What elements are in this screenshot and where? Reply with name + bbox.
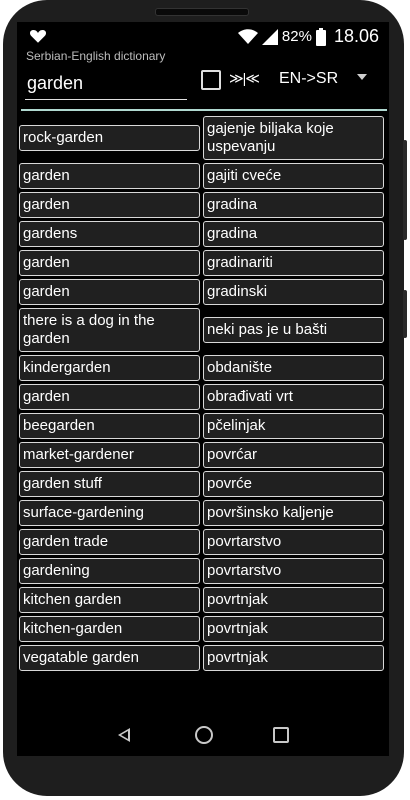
english-term-cell[interactable]: garden bbox=[19, 250, 200, 276]
screen: 82% 18.06 Serbian-English dictionary gar… bbox=[17, 22, 389, 756]
english-term-cell[interactable]: kitchen garden bbox=[19, 587, 200, 613]
table-row: there is a dog in the garden neki pas je … bbox=[19, 308, 387, 352]
serbian-term-cell[interactable]: gajiti cveće bbox=[203, 163, 384, 189]
english-term-cell[interactable]: beegarden bbox=[19, 413, 200, 439]
table-row: kitchen garden povrtnjak bbox=[19, 587, 387, 613]
serbian-term-cell[interactable]: gradinariti bbox=[203, 250, 384, 276]
home-icon[interactable] bbox=[195, 726, 213, 744]
serbian-term-cell[interactable]: gradina bbox=[203, 192, 384, 218]
serbian-term-cell[interactable]: povrće bbox=[203, 471, 384, 497]
serbian-term-cell[interactable]: povrtnjak bbox=[203, 616, 384, 642]
english-term-cell[interactable]: gardening bbox=[19, 558, 200, 584]
direction-select[interactable]: EN->SR bbox=[279, 70, 338, 88]
serbian-term-cell[interactable]: obdanište bbox=[203, 355, 384, 381]
app-title: Serbian-English dictionary bbox=[26, 49, 166, 63]
table-row: kindergarden obdanište bbox=[19, 355, 387, 381]
status-bar: 82% 18.06 bbox=[17, 22, 389, 50]
table-row: garden gradinski bbox=[19, 279, 387, 305]
table-row: garden obrađivati vrt bbox=[19, 384, 387, 410]
english-term-cell[interactable]: garden bbox=[19, 279, 200, 305]
table-row: kitchen-garden povrtnjak bbox=[19, 616, 387, 642]
signal-icon bbox=[261, 28, 278, 45]
serbian-term-cell[interactable]: gradinski bbox=[203, 279, 384, 305]
english-term-cell[interactable]: market-gardener bbox=[19, 442, 200, 468]
navigation-bar bbox=[17, 716, 389, 756]
table-row: rock-garden gajenje biljaka koje uspevanj… bbox=[19, 116, 387, 160]
serbian-term-cell[interactable]: površinsko kaljenje bbox=[203, 500, 384, 526]
heart-icon bbox=[29, 30, 47, 43]
table-row: beegarden pčelinjak bbox=[19, 413, 387, 439]
serbian-term-cell[interactable]: povrćar bbox=[203, 442, 384, 468]
clock: 18.06 bbox=[333, 26, 379, 46]
serbian-term-cell[interactable]: pčelinjak bbox=[203, 413, 384, 439]
back-icon-inner bbox=[121, 731, 128, 739]
battery-percent: 82% bbox=[281, 28, 312, 45]
english-term-cell[interactable]: garden stuff bbox=[19, 471, 200, 497]
table-row: market-gardener povrćar bbox=[19, 442, 387, 468]
serbian-term-cell[interactable]: povrtnjak bbox=[203, 645, 384, 671]
table-row: garden gradinariti bbox=[19, 250, 387, 276]
english-term-cell[interactable]: rock-garden bbox=[19, 125, 200, 151]
status-indicators: 82% 18.06 bbox=[237, 26, 379, 47]
serbian-term-cell[interactable]: povrtnjak bbox=[203, 587, 384, 613]
wifi-icon bbox=[237, 28, 258, 44]
table-row: gardening povrtarstvo bbox=[19, 558, 387, 584]
serbian-term-cell[interactable]: povrtarstvo bbox=[203, 529, 384, 555]
power-button bbox=[403, 290, 407, 338]
serbian-term-cell[interactable]: neki pas je u bašti bbox=[203, 317, 384, 343]
battery-icon bbox=[315, 27, 326, 46]
recents-icon[interactable] bbox=[273, 727, 289, 743]
english-term-cell[interactable]: surface-gardening bbox=[19, 500, 200, 526]
table-row: garden gradina bbox=[19, 192, 387, 218]
english-term-cell[interactable]: garden bbox=[19, 163, 200, 189]
serbian-term-cell[interactable]: gradina bbox=[203, 221, 384, 247]
english-term-cell[interactable]: kitchen-garden bbox=[19, 616, 200, 642]
serbian-term-cell[interactable]: gajenje biljaka koje uspevanju bbox=[203, 116, 384, 160]
serbian-term-cell[interactable]: obrađivati vrt bbox=[203, 384, 384, 410]
results-list[interactable]: rock-garden gajenje biljaka koje uspevanj… bbox=[19, 116, 387, 716]
table-row: gardens gradina bbox=[19, 221, 387, 247]
dropdown-arrow-icon[interactable] bbox=[357, 74, 367, 80]
table-row: garden trade povrtarstvo bbox=[19, 529, 387, 555]
table-row: vegatable garden povrtnjak bbox=[19, 645, 387, 671]
english-term-cell[interactable]: gardens bbox=[19, 221, 200, 247]
option-checkbox[interactable] bbox=[201, 70, 221, 90]
english-term-cell[interactable]: vegatable garden bbox=[19, 645, 200, 671]
volume-button bbox=[403, 140, 407, 240]
search-input[interactable]: garden bbox=[25, 69, 187, 100]
serbian-term-cell[interactable]: povrtarstvo bbox=[203, 558, 384, 584]
swap-language-button[interactable]: ≫|≪ bbox=[229, 70, 260, 87]
english-term-cell[interactable]: garden bbox=[19, 192, 200, 218]
table-row: surface-gardening površinsko kaljenje bbox=[19, 500, 387, 526]
english-term-cell[interactable]: garden bbox=[19, 384, 200, 410]
table-row: garden stuff povrće bbox=[19, 471, 387, 497]
header-divider bbox=[21, 109, 387, 111]
table-row: garden gajiti cveće bbox=[19, 163, 387, 189]
english-term-cell[interactable]: there is a dog in the garden bbox=[19, 308, 200, 352]
english-term-cell[interactable]: kindergarden bbox=[19, 355, 200, 381]
english-term-cell[interactable]: garden trade bbox=[19, 529, 200, 555]
phone-device: 82% 18.06 Serbian-English dictionary gar… bbox=[0, 0, 410, 800]
speaker-grille bbox=[155, 8, 249, 16]
